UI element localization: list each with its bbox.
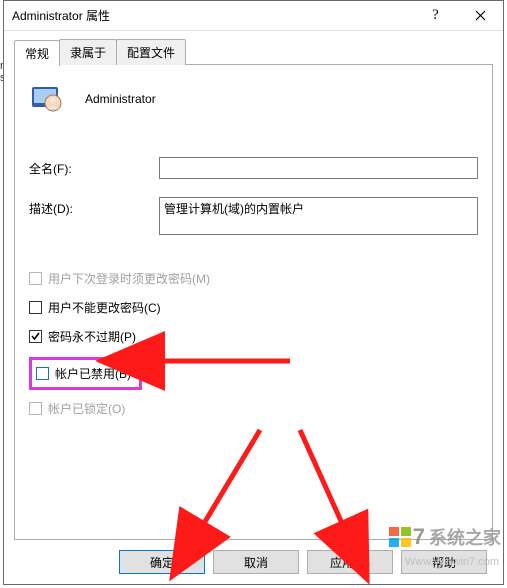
checkbox-account-locked: 帐户已锁定(O) [29, 400, 478, 417]
tab-panel-general: Administrator 全名(F): 描述(D): 用户下次登录时须更改密码… [14, 64, 493, 540]
fullname-input[interactable] [159, 157, 478, 179]
close-icon [475, 10, 486, 21]
fullname-label: 全名(F): [29, 157, 159, 177]
tab-profile[interactable]: 配置文件 [116, 39, 186, 65]
cancel-button[interactable]: 取消 [213, 550, 299, 574]
help-button-bottom[interactable]: 帮助 [401, 550, 487, 574]
close-button[interactable] [458, 1, 503, 30]
checkbox-icon [29, 272, 42, 285]
tabstrip: 常规 隶属于 配置文件 [14, 39, 493, 65]
description-input[interactable] [159, 197, 478, 235]
description-label: 描述(D): [29, 197, 159, 217]
help-icon: ? [432, 7, 439, 24]
button-bar: 确定 取消 应用(A) 帮助 [14, 540, 493, 574]
tab-memberof[interactable]: 隶属于 [59, 39, 117, 65]
help-button[interactable]: ? [413, 1, 458, 30]
checkbox-label: 用户下次登录时须更改密码(M) [48, 270, 210, 287]
user-icon [29, 81, 65, 117]
checkbox-icon-checked [29, 330, 42, 343]
checkbox-label: 帐户已锁定(O) [48, 400, 125, 417]
properties-dialog: Administrator 属性 ? 常规 隶属于 配置文件 [3, 0, 504, 585]
checkbox-password-never-expires[interactable]: 密码永不过期(P) [29, 328, 478, 345]
checkbox-icon [29, 301, 42, 314]
titlebar: Administrator 属性 ? [4, 1, 503, 31]
checkbox-account-disabled-label[interactable]: 帐户已禁用(B) [55, 365, 131, 382]
account-name: Administrator [85, 92, 156, 106]
checkbox-icon[interactable] [36, 367, 49, 380]
checkbox-label: 用户不能更改密码(C) [48, 299, 161, 316]
checkbox-cannot-change-password[interactable]: 用户不能更改密码(C) [29, 299, 478, 316]
checkbox-icon [29, 402, 42, 415]
highlight-annotation: 帐户已禁用(B) [29, 357, 142, 390]
client-area: 常规 隶属于 配置文件 Administrator 全名(F): [4, 31, 503, 584]
checkbox-label: 密码永不过期(P) [48, 328, 136, 345]
ok-button[interactable]: 确定 [119, 550, 205, 574]
window-title: Administrator 属性 [12, 7, 413, 24]
apply-button[interactable]: 应用(A) [307, 550, 393, 574]
checkbox-must-change-password: 用户下次登录时须更改密码(M) [29, 270, 478, 287]
tab-general[interactable]: 常规 [14, 40, 60, 66]
